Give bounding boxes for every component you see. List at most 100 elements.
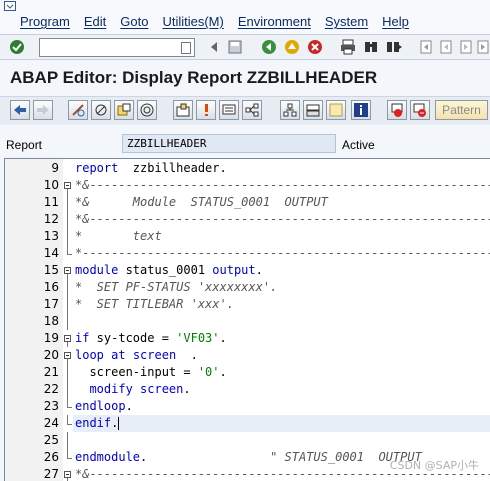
line-number: 14 <box>43 246 59 260</box>
display-change-icon[interactable] <box>68 100 88 120</box>
fold-toggle-icon[interactable] <box>64 335 71 342</box>
info-box-icon[interactable] <box>326 100 346 120</box>
menu-items: Program Edit Goto Utilities(M) Environment Sy… <box>20 14 409 29</box>
prev-page-icon[interactable] <box>437 38 455 56</box>
command-dropdown-icon[interactable] <box>181 42 191 54</box>
code-token: *&--------------------------------------… <box>75 212 490 226</box>
where-used-icon[interactable] <box>173 100 193 120</box>
fold-toggle-icon[interactable] <box>64 267 71 274</box>
save-icon[interactable] <box>226 38 244 56</box>
activate-icon[interactable] <box>114 100 134 120</box>
code-token: zzbillheader. <box>118 161 227 175</box>
fold-line <box>67 313 68 330</box>
code-line[interactable]: *&--------------------------------------… <box>73 177 490 194</box>
info-icon[interactable] <box>351 100 371 120</box>
fold-line <box>67 245 68 254</box>
fold-line <box>67 364 68 381</box>
fold-line <box>67 211 68 228</box>
code-line[interactable]: *&--------------------------------------… <box>73 211 490 228</box>
code-line[interactable]: screen-input = '0'. <box>73 364 490 381</box>
insert-icon[interactable] <box>303 100 323 120</box>
code-token: . <box>219 331 227 345</box>
object-list-icon[interactable] <box>242 100 262 120</box>
fold-toggle-icon[interactable] <box>64 182 71 189</box>
code-line[interactable]: * SET TITLEBAR 'xxx'. <box>73 296 490 313</box>
code-line[interactable]: report zzbillheader. <box>73 160 490 177</box>
test-icon[interactable] <box>196 100 216 120</box>
code-token: 'VF03' <box>176 331 220 345</box>
fold-end-line <box>67 458 72 459</box>
back-icon[interactable] <box>10 100 30 120</box>
line-number: 21 <box>43 365 59 379</box>
fold-toggle-icon[interactable] <box>64 471 71 478</box>
code-line[interactable]: *& Module STATUS_0001 OUTPUT <box>73 194 490 211</box>
find-next-icon[interactable] <box>385 38 403 56</box>
pattern-button[interactable]: Pattern <box>435 100 488 120</box>
cancel-red-icon[interactable] <box>306 38 324 56</box>
code-line[interactable] <box>73 313 490 330</box>
fold-toggle-icon[interactable] <box>64 352 71 359</box>
code-token: * SET PF-STATUS 'xxxxxxxx'. <box>75 280 278 294</box>
code-token: report <box>75 161 119 175</box>
print-icon[interactable] <box>339 38 357 56</box>
code-area[interactable]: report zzbillheader. *&------------------… <box>73 159 490 481</box>
fold-line <box>67 398 68 407</box>
breakpoint-icon[interactable] <box>387 100 407 120</box>
system-menu-icon[interactable] <box>4 1 18 13</box>
enter-check-icon[interactable] <box>8 38 26 56</box>
line-number: 12 <box>43 212 59 226</box>
fold-line <box>67 415 68 424</box>
exit-yellow-icon[interactable] <box>283 38 301 56</box>
code-token: if <box>75 331 90 345</box>
line-number: 19 <box>43 331 59 345</box>
first-page-icon[interactable] <box>417 38 435 56</box>
menu-item-edit[interactable]: Edit <box>84 14 106 29</box>
other-object-icon[interactable] <box>91 100 111 120</box>
next-page-icon[interactable] <box>457 38 475 56</box>
code-token: . <box>219 365 227 379</box>
menu-item-utilitiesm[interactable]: Utilities(M) <box>162 14 223 29</box>
code-token: modify <box>75 382 133 396</box>
code-line[interactable]: modify screen. <box>73 381 490 398</box>
command-field[interactable] <box>39 38 195 57</box>
pretty-printer-icon[interactable] <box>280 100 300 120</box>
navigate-icon[interactable] <box>219 100 239 120</box>
line-numbers: 9 10 11 12 13 14 15 16 17 18 19 20 21 22 23 24 25 26 27 <box>23 159 63 481</box>
line-number: 18 <box>43 314 59 328</box>
code-line[interactable]: loop at screen . <box>73 347 490 364</box>
back-green-icon[interactable] <box>260 38 278 56</box>
code-token: *& Module STATUS_0001 OUTPUT <box>75 195 328 209</box>
menu-item-program[interactable]: Program <box>20 14 70 29</box>
menu-item-environment[interactable]: Environment <box>238 14 311 29</box>
line-number: 17 <box>43 297 59 311</box>
code-line[interactable] <box>73 432 490 449</box>
status-text: Active <box>342 138 375 152</box>
menu-item-goto[interactable]: Goto <box>120 14 148 29</box>
line-number: 24 <box>43 416 59 430</box>
code-line[interactable]: * text <box>73 228 490 245</box>
report-name-field[interactable]: ZZBILLHEADER <box>122 134 336 153</box>
code-token: loop <box>75 348 104 362</box>
code-token: endif <box>75 416 112 430</box>
session-breakpoint-icon[interactable] <box>410 100 430 120</box>
code-token: . <box>140 450 271 464</box>
code-token: sy-tcode = <box>89 331 177 345</box>
application-toolbar: Pattern <box>0 96 490 125</box>
last-page-icon[interactable] <box>474 38 490 56</box>
code-editor[interactable]: 9 10 11 12 13 14 15 16 17 18 19 20 21 22 23 24 25 26 27 re… <box>4 158 490 481</box>
code-line[interactable]: endloop. <box>73 398 490 415</box>
code-line[interactable]: if sy-tcode = 'VF03'. <box>73 330 490 347</box>
code-line[interactable]: * SET PF-STATUS 'xxxxxxxx'. <box>73 279 490 296</box>
menu-item-system[interactable]: System <box>325 14 368 29</box>
forward-icon[interactable] <box>33 100 53 120</box>
code-line[interactable]: module status_0001 output. <box>73 262 490 279</box>
code-line[interactable]: *---------------------------------------… <box>73 245 490 262</box>
check-icon[interactable] <box>137 100 157 120</box>
back-arrow-icon[interactable] <box>205 38 223 56</box>
code-token: module <box>75 263 119 277</box>
standard-toolbar <box>0 34 490 60</box>
code-token: output <box>212 263 256 277</box>
find-icon[interactable] <box>362 38 380 56</box>
menu-item-help[interactable]: Help <box>382 14 409 29</box>
code-line[interactable]: endif. <box>73 415 490 432</box>
